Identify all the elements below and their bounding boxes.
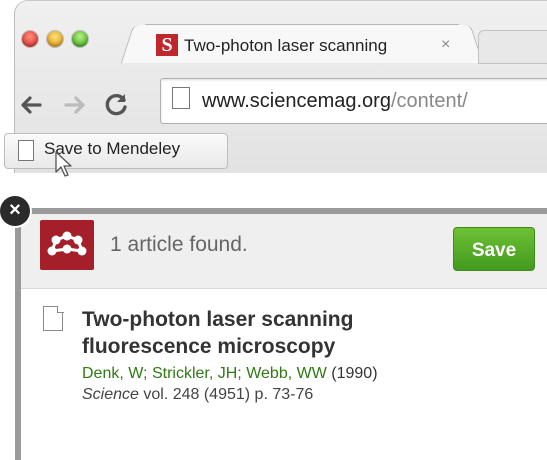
document-icon [43, 305, 64, 331]
journal-name: Science [82, 386, 139, 403]
author-link[interactable]: Strickler, JH; [152, 365, 242, 382]
mendeley-logo-icon [40, 220, 94, 270]
new-tab-button[interactable] [478, 30, 547, 64]
reload-icon[interactable] [104, 92, 130, 122]
author-link[interactable]: Webb, WW [246, 365, 327, 382]
citation-details: vol. 248 (4951) p. 73-76 [138, 386, 314, 403]
article-authors: Denk, W; Strickler, JH; Webb, WW (1990) [82, 365, 378, 383]
page-icon [172, 87, 190, 109]
author-link[interactable]: Denk, W; [82, 365, 148, 382]
mouse-cursor-icon [54, 150, 74, 183]
save-button[interactable]: Save [453, 227, 535, 271]
science-favicon-icon: S [156, 34, 178, 56]
minimize-window-button[interactable] [47, 31, 63, 47]
back-arrow-icon[interactable] [18, 92, 44, 122]
url-host: www.sciencemag.org [202, 90, 391, 112]
article-title: Two-photon laser scanning fluorescence m… [82, 308, 354, 358]
url-text[interactable]: www.sciencemag.org/content/ [202, 90, 468, 113]
forward-arrow-icon[interactable] [62, 92, 88, 122]
tab-close-icon[interactable]: × [441, 36, 450, 54]
articles-found-text: 1 article found. [110, 233, 248, 256]
maximize-window-button[interactable] [72, 31, 88, 47]
article-citation: Science vol. 248 (4951) p. 73-76 [82, 386, 313, 404]
url-path: /content/ [390, 90, 468, 112]
popup-close-icon[interactable]: × [0, 196, 30, 226]
publication-year: (1990) [331, 365, 378, 382]
bookmark-page-icon [18, 140, 34, 161]
tab-title: Two-photon laser scanning [184, 36, 388, 55]
close-window-button[interactable] [22, 31, 38, 47]
